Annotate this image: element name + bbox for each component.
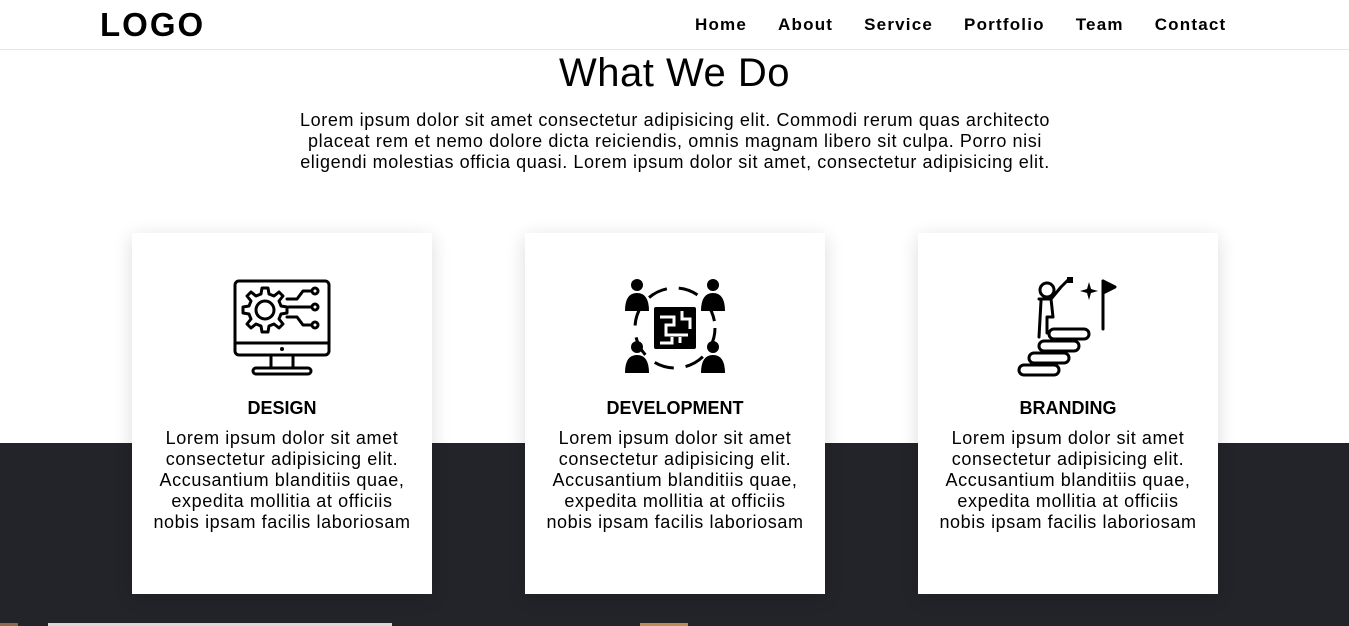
card-text: Lorem ipsum dolor sit amet consectetur a… (546, 428, 804, 532)
logo[interactable]: LOGO (100, 6, 205, 44)
nav-link-team[interactable]: Team (1076, 15, 1124, 35)
nav-link-home[interactable]: Home (695, 15, 747, 35)
card-title: BRANDING (1019, 398, 1117, 418)
service-card-development: DEVELOPMENT Lorem ipsum dolor sit amet c… (525, 233, 825, 594)
card-title: DESIGN (247, 398, 317, 418)
nav-link-contact[interactable]: Contact (1155, 15, 1227, 35)
service-card-branding: BRANDING Lorem ipsum dolor sit amet cons… (918, 233, 1218, 594)
success-stairs-icon (1017, 277, 1119, 379)
computer-gear-icon (231, 277, 333, 379)
nav-links: Home About Service Portfolio Team Contac… (695, 15, 1226, 35)
card-title: DEVELOPMENT (606, 398, 744, 418)
nav-link-portfolio[interactable]: Portfolio (964, 15, 1045, 35)
service-card-design: DESIGN Lorem ipsum dolor sit amet consec… (132, 233, 432, 594)
navbar: LOGO Home About Service Portfolio Team C… (0, 0, 1349, 50)
card-text: Lorem ipsum dolor sit amet consectetur a… (939, 428, 1197, 532)
nav-link-service[interactable]: Service (864, 15, 933, 35)
card-text: Lorem ipsum dolor sit amet consectetur a… (153, 428, 411, 532)
team-collaboration-icon (624, 277, 726, 379)
section-title: What We Do (559, 51, 790, 95)
section-intro: Lorem ipsum dolor sit amet consectetur a… (300, 110, 1050, 172)
nav-link-about[interactable]: About (778, 15, 833, 35)
